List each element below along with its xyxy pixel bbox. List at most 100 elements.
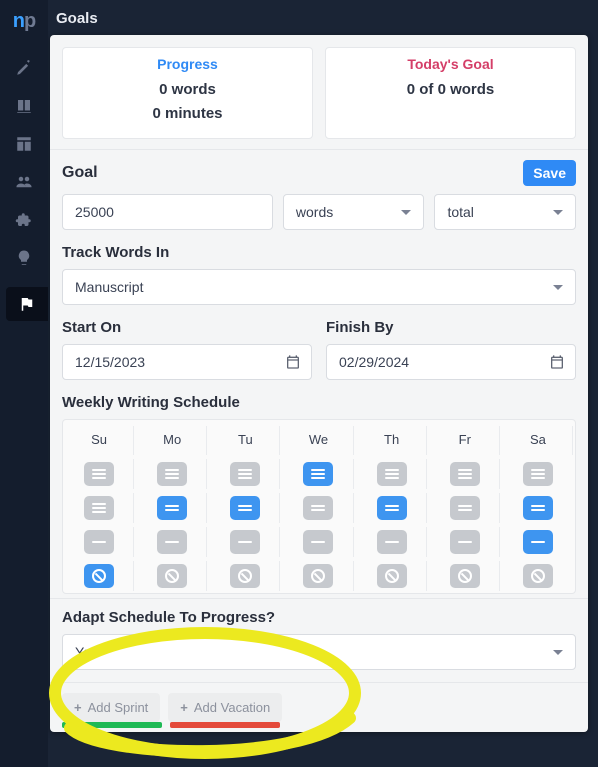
- schedule-slot[interactable]: [450, 530, 480, 554]
- pen-icon[interactable]: [15, 59, 33, 77]
- track-value: Manuscript: [75, 279, 143, 295]
- progress-words: 0 words: [73, 78, 302, 102]
- schedule-cell: [358, 493, 427, 523]
- schedule-slot[interactable]: [157, 564, 187, 588]
- plus-icon: +: [180, 700, 188, 715]
- goal-section: Goal Save 25000 words total Track Words …: [50, 150, 588, 598]
- schedule-cell: [211, 459, 280, 489]
- add-vacation-button[interactable]: +Add Vacation: [168, 693, 282, 722]
- adapt-value: Yes: [75, 644, 98, 660]
- schedule-cell: [431, 561, 500, 591]
- goal-scope-select[interactable]: total: [434, 194, 576, 230]
- schedule-slot[interactable]: [523, 462, 553, 486]
- adapt-select[interactable]: Yes: [62, 634, 576, 670]
- schedule-cell: [138, 493, 207, 523]
- start-date-value: 12/15/2023: [75, 354, 145, 370]
- schedule-slot[interactable]: [230, 564, 260, 588]
- schedule-label: Weekly Writing Schedule: [62, 394, 576, 411]
- bulb-icon[interactable]: [15, 249, 33, 267]
- finish-date-input[interactable]: 02/29/2024: [326, 344, 576, 380]
- flag-icon[interactable]: [6, 287, 48, 321]
- people-icon[interactable]: [15, 173, 33, 191]
- schedule-cell: [65, 493, 134, 523]
- start-on-label: Start On: [62, 319, 312, 336]
- schedule-slot[interactable]: [523, 530, 553, 554]
- track-select[interactable]: Manuscript: [62, 269, 576, 305]
- schedule-slot[interactable]: [377, 462, 407, 486]
- add-sprint-button[interactable]: +Add Sprint: [62, 693, 160, 722]
- calendar-icon: [549, 354, 565, 370]
- schedule-cell: [431, 493, 500, 523]
- finish-date-value: 02/29/2024: [339, 354, 409, 370]
- schedule-cell: [65, 561, 134, 591]
- app-sidebar: np: [0, 0, 48, 767]
- app-logo: np: [0, 6, 48, 39]
- schedule-cell: [211, 493, 280, 523]
- schedule-day-header: Mo: [138, 426, 207, 455]
- schedule-slot[interactable]: [377, 564, 407, 588]
- schedule-cell: [504, 527, 573, 557]
- start-date-input[interactable]: 12/15/2023: [62, 344, 312, 380]
- calendar-icon: [285, 354, 301, 370]
- goal-label: Goal: [62, 164, 98, 182]
- schedule-slot[interactable]: [303, 530, 333, 554]
- schedule-slot[interactable]: [450, 564, 480, 588]
- schedule-day-header: Sa: [504, 426, 573, 455]
- plus-icon: +: [74, 700, 82, 715]
- schedule-slot[interactable]: [303, 462, 333, 486]
- schedule-slot[interactable]: [450, 462, 480, 486]
- schedule-cell: [504, 459, 573, 489]
- schedule-cell: [65, 459, 134, 489]
- schedule-cell: [358, 527, 427, 557]
- schedule-cell: [284, 493, 353, 523]
- chevron-down-icon: [553, 210, 563, 215]
- footer-buttons: +Add Sprint +Add Vacation: [50, 682, 588, 732]
- schedule-slot[interactable]: [84, 564, 114, 588]
- schedule-slot[interactable]: [230, 496, 260, 520]
- schedule-cell: [504, 493, 573, 523]
- schedule-slot[interactable]: [84, 462, 114, 486]
- schedule-slot[interactable]: [303, 564, 333, 588]
- schedule-day-header: Fr: [431, 426, 500, 455]
- puzzle-icon[interactable]: [15, 211, 33, 229]
- schedule-day-header: Tu: [211, 426, 280, 455]
- goal-amount-input[interactable]: 25000: [62, 194, 273, 230]
- schedule-slot[interactable]: [523, 496, 553, 520]
- schedule-cell: [431, 527, 500, 557]
- schedule-slot[interactable]: [303, 496, 333, 520]
- goal-scope-value: total: [447, 204, 473, 220]
- schedule-slot[interactable]: [523, 564, 553, 588]
- schedule-slot[interactable]: [84, 530, 114, 554]
- schedule-cell: [284, 561, 353, 591]
- chevron-down-icon: [553, 285, 563, 290]
- schedule-cell: [358, 459, 427, 489]
- goal-amount-value: 25000: [75, 204, 114, 220]
- finish-by-label: Finish By: [326, 319, 576, 336]
- schedule-grid-wrap: SuMoTuWeThFrSa: [62, 419, 576, 594]
- schedule-slot[interactable]: [230, 462, 260, 486]
- save-button[interactable]: Save: [523, 160, 576, 186]
- schedule-slot[interactable]: [230, 530, 260, 554]
- schedule-slot[interactable]: [157, 462, 187, 486]
- today-words: 0 of 0 words: [336, 78, 565, 102]
- schedule-slot[interactable]: [157, 496, 187, 520]
- schedule-day-header: Th: [358, 426, 427, 455]
- schedule-slot[interactable]: [377, 496, 407, 520]
- schedule-slot[interactable]: [450, 496, 480, 520]
- progress-card: Progress 0 words 0 minutes: [62, 47, 313, 139]
- annotation-underline-green: [62, 722, 162, 728]
- page-title: Goals: [48, 0, 598, 35]
- schedule-cell: [138, 561, 207, 591]
- schedule-day-header: Su: [65, 426, 134, 455]
- adapt-section: Adapt Schedule To Progress? Yes: [50, 598, 588, 682]
- adapt-label: Adapt Schedule To Progress?: [62, 609, 576, 626]
- layout-icon[interactable]: [15, 135, 33, 153]
- book-icon[interactable]: [15, 97, 33, 115]
- schedule-slot[interactable]: [377, 530, 407, 554]
- logo-n: n: [13, 10, 24, 32]
- chevron-down-icon: [401, 210, 411, 215]
- today-title: Today's Goal: [336, 56, 565, 72]
- goal-unit-select[interactable]: words: [283, 194, 425, 230]
- schedule-slot[interactable]: [157, 530, 187, 554]
- schedule-slot[interactable]: [84, 496, 114, 520]
